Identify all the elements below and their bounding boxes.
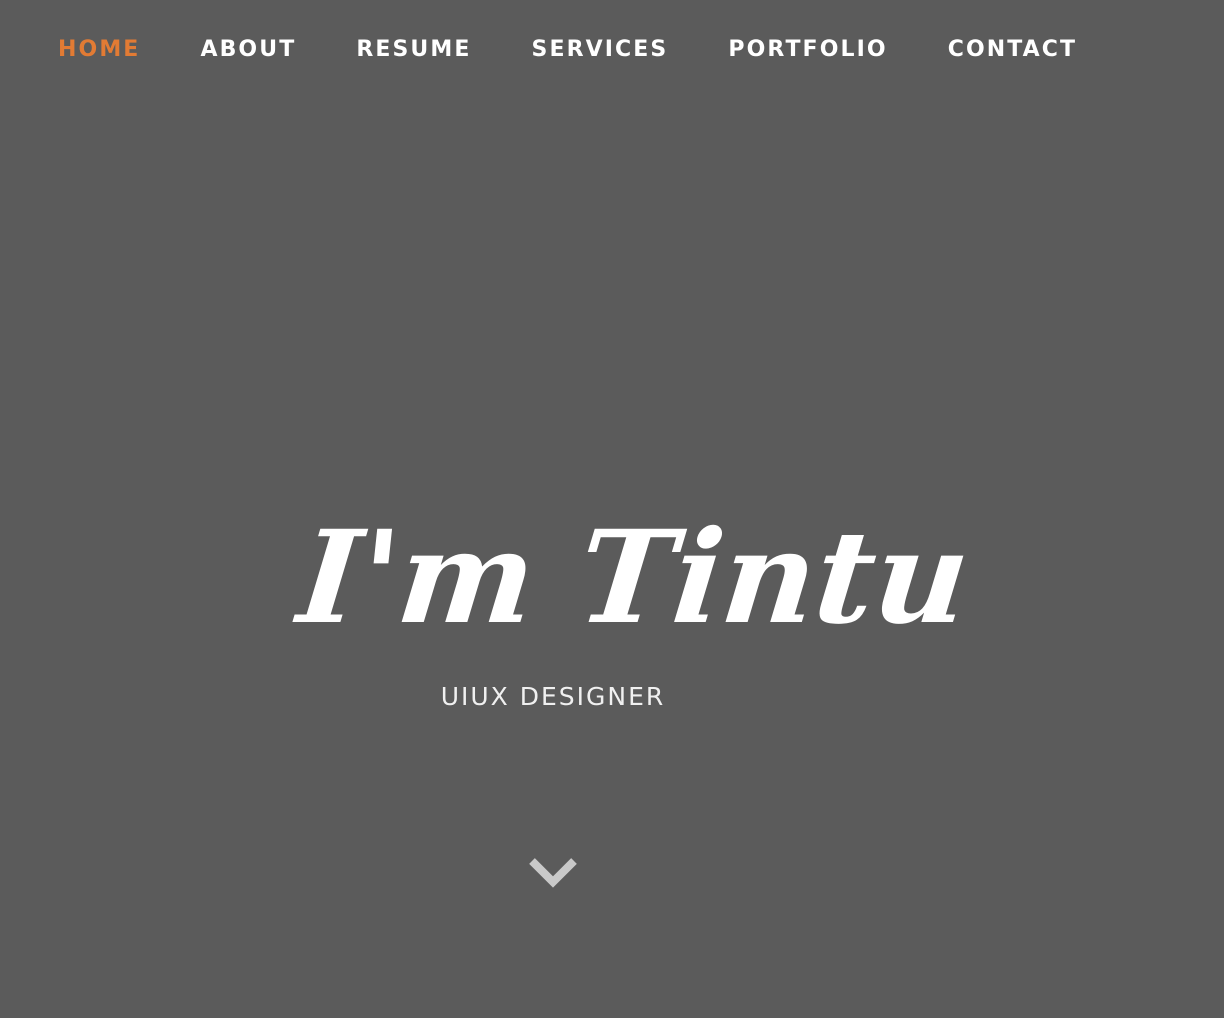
chevron-down-icon bbox=[529, 858, 577, 888]
nav-link-resume[interactable]: RESUME bbox=[356, 34, 471, 66]
nav-link-home[interactable]: HOME bbox=[58, 34, 140, 66]
main-nav: HOME ABOUT RESUME SERVICES PORTFOLIO CON… bbox=[58, 34, 1184, 66]
nav-link-services[interactable]: SERVICES bbox=[532, 34, 669, 66]
hero-subtitle: UIUX DESIGNER bbox=[440, 682, 666, 711]
nav-link-contact[interactable]: CONTACT bbox=[948, 34, 1077, 66]
scroll-down-button[interactable] bbox=[526, 853, 580, 893]
nav-link-portfolio[interactable]: PORTFOLIO bbox=[728, 34, 887, 66]
hero-section: HOME ABOUT RESUME SERVICES PORTFOLIO CON… bbox=[0, 0, 1224, 1018]
hero-title: I'm Tintu bbox=[292, 503, 977, 653]
nav-link-about[interactable]: ABOUT bbox=[200, 34, 296, 66]
